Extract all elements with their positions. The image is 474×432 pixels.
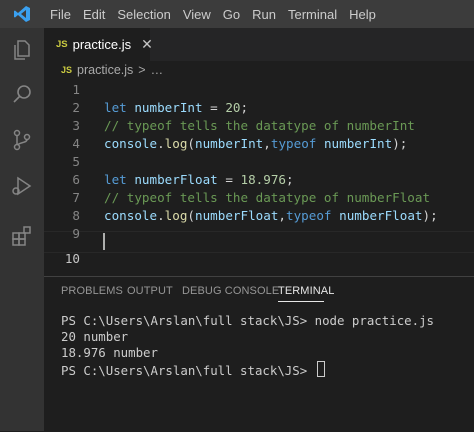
tab-problems[interactable]: PROBLEMS [61, 285, 123, 297]
terminal-cursor [316, 361, 325, 377]
code-line[interactable]: 9 [44, 225, 474, 243]
code-token: log [164, 136, 188, 151]
title-bar: File Edit Selection View Go Run Terminal… [0, 0, 474, 28]
code-line[interactable]: 2 let numberInt = 20; [44, 99, 474, 117]
line-number: 7 [72, 190, 80, 205]
code-token: ; [240, 100, 249, 115]
code-token: = [217, 172, 241, 187]
menu-help[interactable]: Help [343, 0, 382, 28]
line-number: 2 [72, 100, 80, 115]
tab-practice-js[interactable]: JS practice.js ✕ [44, 28, 153, 61]
code-token: 18.976 [240, 172, 287, 187]
code-token: , [263, 136, 271, 151]
code-token: numberInt [134, 100, 203, 115]
js-file-icon: JS [56, 39, 68, 50]
source-control-icon[interactable] [0, 118, 44, 162]
menu-selection[interactable]: Selection [111, 0, 176, 28]
activity-bar [0, 28, 44, 431]
run-debug-icon[interactable] [0, 164, 44, 208]
code-token: ( [187, 136, 196, 151]
code-text: // typeof tells the datatype of numberIn… [104, 117, 415, 135]
code-text: console.log(numberInt,typeof numberInt); [104, 135, 407, 153]
breadcrumb-file[interactable]: practice.js [77, 63, 133, 77]
code-token: numberInt [195, 136, 264, 151]
terminal-prompt-line[interactable]: PS C:\Users\Arslan\full stack\JS> [61, 361, 325, 378]
code-token: numberFloat [339, 208, 423, 223]
code-token: let [104, 100, 127, 115]
code-token: console [104, 208, 158, 223]
code-token: typeof [286, 208, 332, 223]
code-line[interactable]: 4 console.log(numberInt,typeof numberInt)… [44, 135, 474, 153]
terminal-line: 20 number [61, 329, 129, 344]
code-line[interactable]: 8 console.log(numberFloat,typeof numberFl… [44, 207, 474, 225]
text-cursor [103, 233, 105, 250]
editor-tab-bar: JS practice.js ✕ [44, 28, 474, 61]
code-token: . [157, 208, 165, 223]
panel-tab-bar: PROBLEMS OUTPUT DEBUG CONSOLE TERMINAL [44, 277, 474, 305]
code-token: , [278, 208, 287, 223]
code-token: ; [286, 172, 294, 187]
code-token: ( [187, 208, 196, 223]
code-token: 20 [225, 100, 241, 115]
code-token: typeof [270, 136, 317, 151]
code-token: numberFloat [195, 208, 279, 223]
code-token: // typeof tells the datatype of numberIn… [104, 118, 415, 133]
tab-output[interactable]: OUTPUT [127, 285, 173, 297]
code-text: let numberFloat = 18.976; [104, 171, 294, 189]
code-token: console [104, 136, 158, 151]
menu-go[interactable]: Go [217, 0, 246, 28]
line-number: 8 [72, 208, 80, 223]
code-token: let [104, 172, 127, 187]
breadcrumb-separator: > [138, 63, 146, 77]
code-text: console.log(numberFloat,typeof numberFlo… [104, 207, 438, 225]
tab-debug-console[interactable]: DEBUG CONSOLE [182, 285, 279, 297]
code-token: ); [422, 208, 438, 223]
terminal-prompt: PS C:\Users\Arslan\full stack\JS> [61, 363, 315, 378]
line-number: 10 [64, 251, 80, 266]
code-token: // typeof tells the datatype of numberFl… [104, 190, 431, 205]
bottom-panel: PROBLEMS OUTPUT DEBUG CONSOLE TERMINAL P… [44, 276, 474, 432]
code-token: numberInt [323, 136, 393, 151]
terminal-line: PS C:\Users\Arslan\full stack\JS> node p… [61, 313, 434, 328]
line-number: 5 [72, 154, 80, 169]
code-editor[interactable]: 1 2 let numberInt = 20; 3 // typeof tells th… [44, 80, 474, 276]
code-text: // typeof tells the datatype of numberFl… [104, 189, 430, 207]
code-token: ); [392, 136, 408, 151]
js-file-icon: JS [61, 65, 73, 75]
line-number: 3 [72, 118, 80, 133]
code-token: . [157, 136, 165, 151]
code-token: numberFloat [134, 172, 218, 187]
breadcrumb: JS practice.js > … [44, 61, 474, 79]
code-line[interactable]: 7 // typeof tells the datatype of numberF… [44, 189, 474, 207]
active-tab-indicator [278, 301, 324, 302]
terminal-line: 18.976 number [61, 345, 158, 360]
code-line[interactable]: 10 [44, 250, 474, 268]
menu-view[interactable]: View [177, 0, 217, 28]
close-icon[interactable]: ✕ [141, 36, 153, 53]
code-token: = [202, 100, 226, 115]
code-line[interactable]: 1 [44, 81, 474, 99]
extensions-icon[interactable] [0, 214, 44, 258]
breadcrumb-more[interactable]: … [151, 63, 164, 77]
menu-run[interactable]: Run [246, 0, 282, 28]
code-token: log [164, 208, 188, 223]
code-line[interactable]: 6 let numberFloat = 18.976; [44, 171, 474, 189]
line-number: 1 [72, 82, 80, 97]
search-icon[interactable] [0, 72, 44, 116]
tab-label: practice.js [72, 37, 132, 52]
code-line[interactable]: 5 [44, 153, 474, 171]
code-line[interactable]: 3 // typeof tells the datatype of numberI… [44, 117, 474, 135]
menu-file[interactable]: File [44, 0, 77, 28]
line-number: 4 [72, 136, 80, 151]
tab-terminal[interactable]: TERMINAL [278, 285, 334, 297]
files-icon[interactable] [0, 28, 44, 72]
menu-terminal[interactable]: Terminal [282, 0, 343, 28]
code-text: let numberInt = 20; [104, 99, 248, 117]
line-number: 6 [72, 172, 80, 187]
line-number: 9 [72, 226, 80, 241]
menu-edit[interactable]: Edit [77, 0, 111, 28]
vscode-logo-icon [0, 0, 44, 28]
